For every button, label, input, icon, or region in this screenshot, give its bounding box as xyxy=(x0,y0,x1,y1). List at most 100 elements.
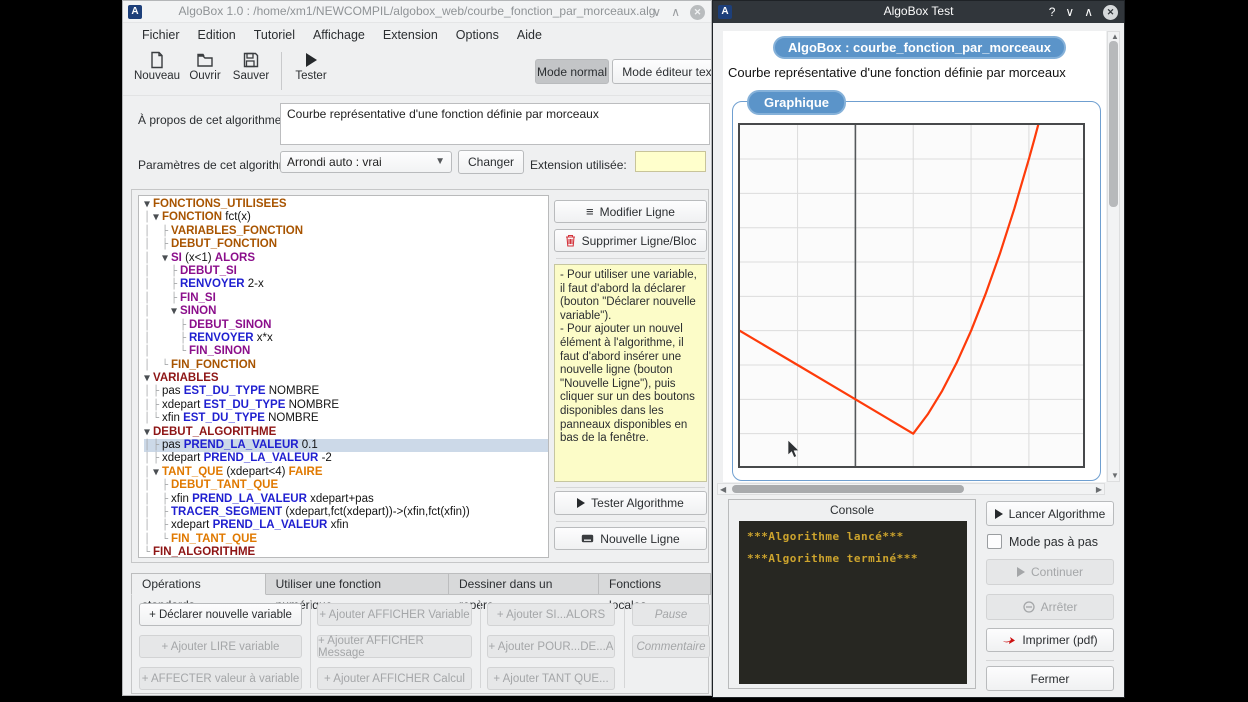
tree-row[interactable]: ▼VARIABLES xyxy=(144,372,548,385)
scroll-left-icon[interactable]: ◀ xyxy=(720,485,726,495)
extension-label: Extension utilisée: xyxy=(530,158,627,172)
tab-fonctions-locales[interactable]: Fonctions locales xyxy=(599,573,711,595)
vertical-scroll-thumb[interactable] xyxy=(1109,41,1118,207)
panel-button-commentaire[interactable]: Commentaire xyxy=(632,635,710,658)
play-icon xyxy=(995,509,1003,519)
menu-fichier[interactable]: Fichier xyxy=(133,28,189,42)
continue-button[interactable]: Continuer xyxy=(986,559,1114,585)
tree-row[interactable]: │├xdepart PREND_LA_VALEUR -2 xyxy=(144,452,548,465)
tree-row[interactable]: │ └FIN_SINON xyxy=(144,345,548,358)
delete-line-button[interactable]: Supprimer Ligne/Bloc xyxy=(554,229,707,252)
scroll-down-icon[interactable]: ▼ xyxy=(1111,471,1119,481)
maximize-icon[interactable]: ∧ xyxy=(1084,1,1093,23)
tree-row[interactable]: │ ├RENVOYER 2-x xyxy=(144,278,548,291)
menu-bar: FichierEditionTutorielAffichageExtension… xyxy=(123,23,711,46)
result-view: AlgoBox : courbe_fonction_par_morceaux C… xyxy=(723,31,1106,482)
tab-dessiner-dans-un-rep-re[interactable]: Dessiner dans un repère xyxy=(449,573,599,595)
tree-row[interactable]: ▼FONCTIONS_UTILISEES xyxy=(144,198,548,211)
open-button[interactable]: Ouvrir xyxy=(181,49,229,93)
maximize-icon[interactable]: ∧ xyxy=(671,1,680,23)
separator xyxy=(556,521,705,522)
tree-row[interactable]: │ ├RENVOYER x*x xyxy=(144,332,548,345)
tree-row[interactable]: │├xdepart EST_DU_TYPE NOMBRE xyxy=(144,399,548,412)
tree-row[interactable]: │├pas EST_DU_TYPE NOMBRE xyxy=(144,385,548,398)
new-button[interactable]: Nouveau xyxy=(133,49,181,93)
tree-row[interactable]: │ ├DEBUT_SINON xyxy=(144,319,548,332)
test-algorithm-button[interactable]: Tester Algorithme xyxy=(554,491,707,515)
vertical-scrollbar[interactable]: ▲ ▼ xyxy=(1107,31,1120,482)
tree-row[interactable]: │ ├VARIABLES_FONCTION xyxy=(144,225,548,238)
help-icon[interactable]: ? xyxy=(1049,1,1056,23)
menu-aide[interactable]: Aide xyxy=(508,28,551,42)
tree-row[interactable]: │ ├xdepart PREND_LA_VALEUR xfin xyxy=(144,519,548,532)
close-test-button[interactable]: Fermer xyxy=(986,666,1114,691)
tree-row[interactable]: │ ├DEBUT_FONCTION xyxy=(144,238,548,251)
step-mode-checkbox[interactable] xyxy=(987,534,1002,549)
tree-row[interactable]: │▼TANT_QUE (xdepart<4) FAIRE xyxy=(144,466,548,479)
tree-row[interactable]: │└xfin EST_DU_TYPE NOMBRE xyxy=(144,412,548,425)
test-button[interactable]: Tester xyxy=(287,49,335,93)
tree-row[interactable]: │▼FONCTION fct(x) xyxy=(144,211,548,224)
panel-button-ajouter-afficher-variable[interactable]: + Ajouter AFFICHER Variable xyxy=(317,603,472,626)
panel-button-ajouter-pour-de-a[interactable]: + Ajouter POUR...DE...A xyxy=(487,635,615,658)
panel-button-ajouter-si-alors[interactable]: + Ajouter SI...ALORS xyxy=(487,603,615,626)
save-button[interactable]: Sauver xyxy=(227,49,275,93)
run-algorithm-button[interactable]: Lancer Algorithme xyxy=(986,501,1114,526)
print-pdf-button[interactable]: Imprimer (pdf) xyxy=(986,628,1114,652)
menu-extension[interactable]: Extension xyxy=(374,28,447,42)
extension-field[interactable] xyxy=(635,151,706,172)
menu-options[interactable]: Options xyxy=(447,28,508,42)
horizontal-scroll-thumb[interactable] xyxy=(732,485,964,493)
tree-row[interactable]: │ └FIN_TANT_QUE xyxy=(144,533,548,546)
panel-button-ajouter-afficher-message[interactable]: + Ajouter AFFICHER Message xyxy=(317,635,472,658)
tree-row[interactable]: │ └FIN_FONCTION xyxy=(144,359,548,372)
tab-op-rations-standards[interactable]: Opérations standards xyxy=(131,573,266,595)
separator xyxy=(556,258,705,259)
tree-row[interactable]: │ ▼SI (x<1) ALORS xyxy=(144,252,548,265)
graphique-tab: Graphique xyxy=(747,90,846,115)
close-icon[interactable]: ✕ xyxy=(1103,5,1118,20)
menu-tutoriel[interactable]: Tutoriel xyxy=(245,28,304,42)
panel-button-ajouter-afficher-calcul[interactable]: + Ajouter AFFICHER Calcul xyxy=(317,667,472,690)
panel-button-affecter-valeur-variable[interactable]: + AFFECTER valeur à variable xyxy=(139,667,302,690)
menu-edition[interactable]: Edition xyxy=(189,28,245,42)
params-select[interactable]: Arrondi auto : vrai ▼ xyxy=(280,151,452,173)
modify-line-button[interactable]: ≡ Modifier Ligne xyxy=(554,200,707,223)
about-text: Courbe représentative d'une fonction déf… xyxy=(287,107,599,121)
main-titlebar[interactable]: A AlgoBox 1.0 : /home/xm1/NEWCOMPIL/algo… xyxy=(123,1,711,23)
horizontal-scrollbar[interactable]: ◀ ▶ xyxy=(717,483,1105,495)
new-label: Nouveau xyxy=(134,70,180,82)
panel-button-ajouter-lire-variable[interactable]: + Ajouter LIRE variable xyxy=(139,635,302,658)
new-line-label: Nouvelle Ligne xyxy=(600,532,679,546)
tree-row[interactable]: │├pas PREND_LA_VALEUR 0.1 xyxy=(144,439,548,452)
panel-button-d-clarer-nouvelle-variable[interactable]: + Déclarer nouvelle variable xyxy=(139,603,302,626)
test-titlebar[interactable]: A AlgoBox Test ? ∨ ∧ ✕ xyxy=(713,1,1124,23)
panel-button-pause[interactable]: Pause xyxy=(632,603,710,626)
tab-utiliser-une-fonction-num-rique[interactable]: Utiliser une fonction numérique xyxy=(266,573,449,595)
about-label: À propos de cet algorithme: xyxy=(138,113,285,127)
mode-editor-label: Mode éditeur texte xyxy=(622,65,712,79)
tree-row[interactable]: │ ├DEBUT_TANT_QUE xyxy=(144,479,548,492)
function-plot xyxy=(738,123,1085,468)
minimize-icon[interactable]: ∨ xyxy=(652,1,661,23)
tree-row[interactable]: │ ▼SINON xyxy=(144,305,548,318)
tree-row[interactable]: ▼DEBUT_ALGORITHME xyxy=(144,426,548,439)
new-line-button[interactable]: Nouvelle Ligne xyxy=(554,527,707,550)
tree-row[interactable]: │ ├TRACER_SEGMENT (xdepart,fct(xdepart))… xyxy=(144,506,548,519)
console-label: Console xyxy=(729,503,975,517)
mode-editor-button[interactable]: Mode éditeur texte xyxy=(612,59,712,84)
panel-button-ajouter-tant-que[interactable]: + Ajouter TANT QUE... xyxy=(487,667,615,690)
tree-row[interactable]: └FIN_ALGORITHME xyxy=(144,546,548,558)
close-icon[interactable]: ✕ xyxy=(690,5,705,20)
change-button[interactable]: Changer xyxy=(458,150,524,174)
tree-row[interactable]: │ ├DEBUT_SI xyxy=(144,265,548,278)
tree-row[interactable]: │ ├FIN_SI xyxy=(144,292,548,305)
tree-row[interactable]: │ ├xfin PREND_LA_VALEUR xdepart+pas xyxy=(144,493,548,506)
main-window-title: AlgoBox 1.0 : /home/xm1/NEWCOMPIL/algobo… xyxy=(123,4,711,18)
menu-affichage[interactable]: Affichage xyxy=(304,28,374,42)
stop-button[interactable]: Arrêter xyxy=(986,594,1114,620)
minimize-icon[interactable]: ∨ xyxy=(1065,1,1074,23)
about-textarea[interactable]: Courbe représentative d'une fonction déf… xyxy=(280,103,710,145)
scroll-right-icon[interactable]: ▶ xyxy=(1096,485,1102,495)
mode-normal-button[interactable]: Mode normal xyxy=(535,59,609,84)
